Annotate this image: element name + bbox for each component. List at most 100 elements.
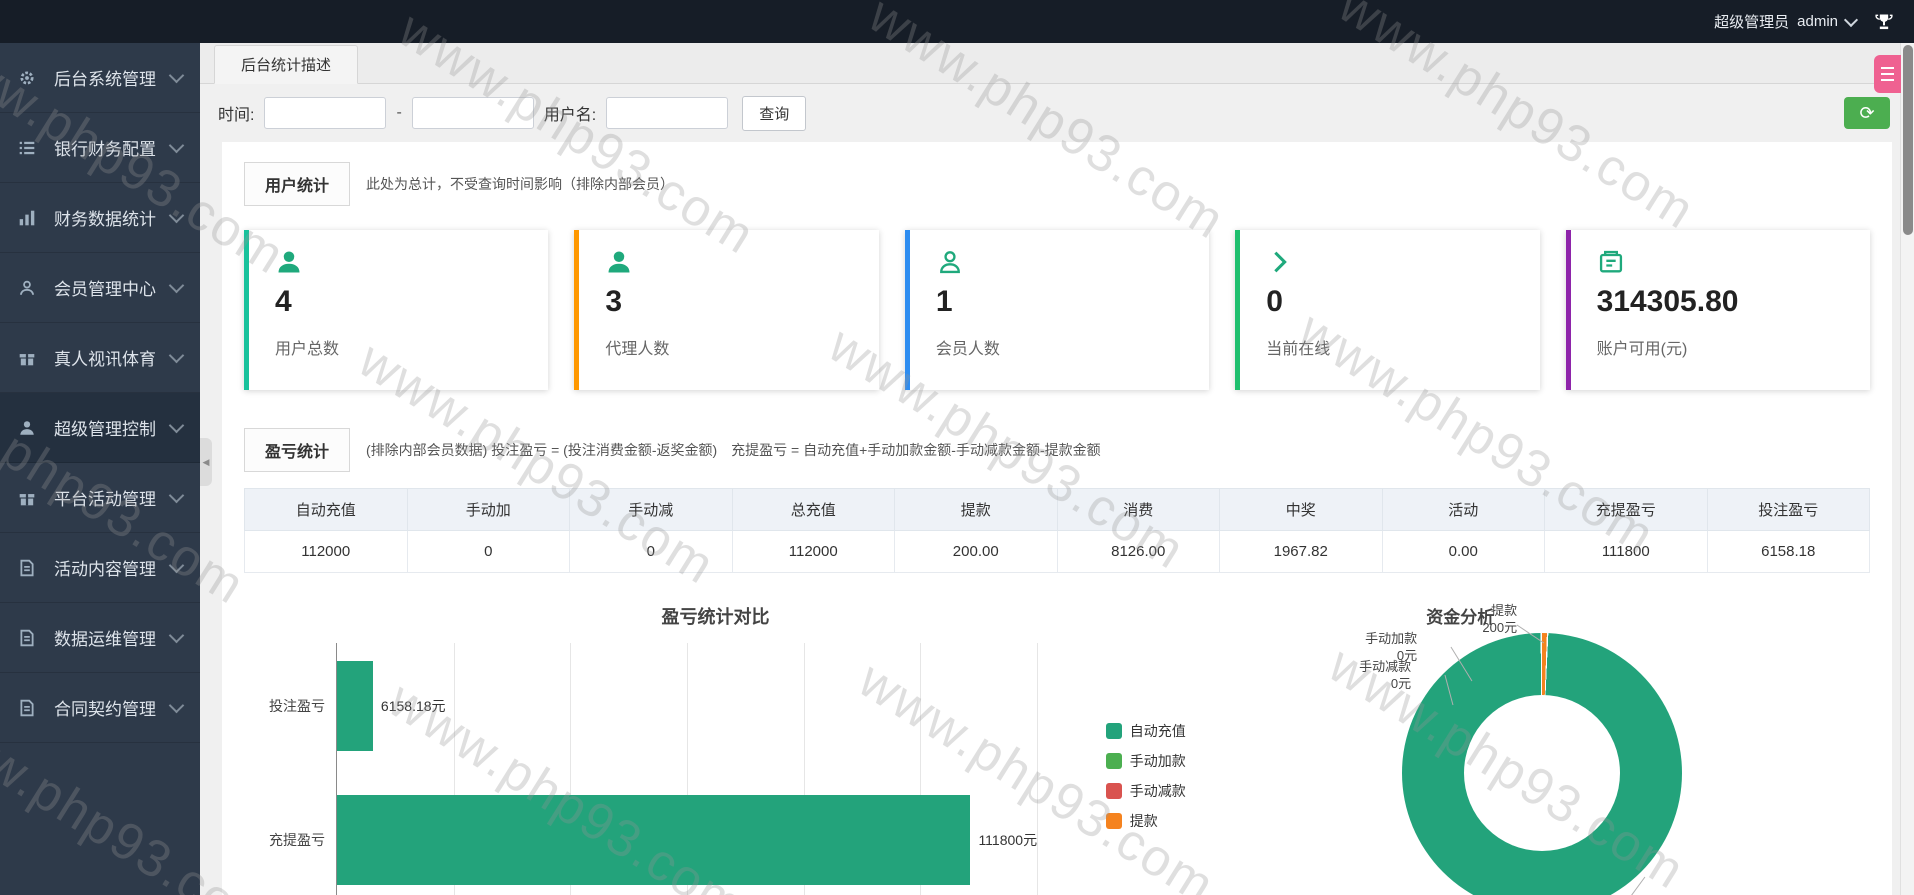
gift-icon <box>18 349 40 367</box>
sidebar-item-platform-activity[interactable]: 平台活动管理 <box>0 463 200 533</box>
bar-chart-icon <box>18 209 40 227</box>
profit-stats-section: 盈亏统计 (排除内部会员数据) 投注盈亏 = (投注消费金额-返奖金额) 充提盈… <box>244 428 1870 573</box>
username-label: 用户名: <box>544 101 596 125</box>
stat-value: 314305.80 <box>1597 285 1844 319</box>
y-axis-label: 充提盈亏 <box>269 830 325 850</box>
table-header-row: 自动充值 手动加 手动减 总充值 提款 消费 中奖 活动 充提盈亏 投注盈亏 <box>245 489 1870 531</box>
stat-card-members: 1 会员人数 <box>905 230 1209 390</box>
user-menu[interactable]: 超级管理员 admin <box>1714 11 1856 32</box>
document-icon <box>18 699 40 717</box>
table-cell: 0 <box>407 531 570 573</box>
stat-card-total-users: 4 用户总数 <box>244 230 548 390</box>
legend-label: 手动减款 <box>1130 781 1186 801</box>
user-solid-icon <box>275 248 303 276</box>
range-separator: - <box>396 104 401 122</box>
sidebar-item-bank-finance[interactable]: 银行财务配置 <box>0 113 200 183</box>
refresh-button[interactable]: ⟳ <box>1844 97 1890 129</box>
sidebar-item-contract[interactable]: 合同契约管理 <box>0 673 200 743</box>
vertical-scrollbar[interactable] <box>1900 43 1914 895</box>
bar-bet-profit[interactable] <box>337 661 373 751</box>
gift-icon <box>18 489 40 507</box>
charts-row: 盈亏统计对比 投注盈亏 6158.18元 充提盈亏 111800元 0元20, <box>244 603 1870 895</box>
legend-label: 提款 <box>1130 811 1158 831</box>
user-stats-note: 此处为总计，不受查询时间影响（排除内部会员） <box>366 174 674 194</box>
profit-bar-chart[interactable]: 盈亏统计对比 投注盈亏 6158.18元 充提盈亏 111800元 0元20, <box>244 603 1187 895</box>
stat-label: 账户可用(元) <box>1597 335 1844 359</box>
sidebar-item-label: 数据运维管理 <box>54 625 171 650</box>
sidebar-item-live-sports[interactable]: 真人视讯体育 <box>0 323 200 393</box>
chevron-down-icon <box>169 137 185 153</box>
chevron-right-icon <box>1266 248 1294 276</box>
tab-label: 后台统计描述 <box>241 57 331 74</box>
donut-chart[interactable] <box>1402 633 1682 895</box>
chevron-down-icon <box>169 277 185 293</box>
chevron-down-icon <box>169 627 185 643</box>
sidebar-item-label: 真人视讯体育 <box>54 345 171 370</box>
user-solid-icon <box>18 419 40 437</box>
chevron-down-icon <box>169 67 185 83</box>
sidebar-item-data-ops[interactable]: 数据运维管理 <box>0 603 200 673</box>
table-cell: 8126.00 <box>1057 531 1220 573</box>
legend-item-manual-add[interactable]: 手动加款 <box>1106 751 1186 771</box>
query-button[interactable]: 查询 <box>742 96 806 131</box>
annotation-label: 提款 <box>1437 603 1517 620</box>
username-input[interactable] <box>606 97 728 129</box>
table-cell: 200.00 <box>895 531 1058 573</box>
stat-label: 代理人数 <box>605 335 852 359</box>
tab-dashboard-stats[interactable]: 后台统计描述 <box>214 45 358 84</box>
table-cell: 0.00 <box>1382 531 1545 573</box>
trophy-icon[interactable] <box>1874 12 1894 32</box>
chevron-down-icon <box>169 207 185 223</box>
user-solid-icon <box>605 248 633 276</box>
time-start-input[interactable] <box>264 97 386 129</box>
sidebar: 后台系统管理 银行财务配置 财务数据统计 会员管理中心 真人视讯体育 超级管理控… <box>0 43 200 895</box>
sidebar-item-label: 活动内容管理 <box>54 555 171 580</box>
sidebar-item-label: 平台活动管理 <box>54 485 171 510</box>
legend-swatch <box>1106 753 1122 769</box>
bar-row: 投注盈亏 6158.18元 <box>337 661 1037 751</box>
table-header-cell: 手动加 <box>407 489 570 531</box>
sidebar-item-member-center[interactable]: 会员管理中心 <box>0 253 200 323</box>
sidebar-item-label: 银行财务配置 <box>54 135 171 160</box>
stat-card-agents: 3 代理人数 <box>574 230 878 390</box>
sidebar-item-backend-system[interactable]: 后台系统管理 <box>0 43 200 113</box>
username: admin <box>1797 13 1838 30</box>
stat-value: 4 <box>275 285 522 319</box>
bar-plot-area: 投注盈亏 6158.18元 充提盈亏 111800元 0元20,000元40,0… <box>336 643 1037 895</box>
sidebar-item-finance-stats[interactable]: 财务数据统计 <box>0 183 200 253</box>
sidebar-item-activity-content[interactable]: 活动内容管理 <box>0 533 200 603</box>
profit-stats-header: 盈亏统计 (排除内部会员数据) 投注盈亏 = (投注消费金额-返奖金额) 充提盈… <box>244 428 1870 472</box>
tab-bar: 后台统计描述 <box>200 43 1914 84</box>
chart-legend: 自动充值 手动加款 手动减款 提款 <box>1106 721 1186 831</box>
legend-item-manual-sub[interactable]: 手动减款 <box>1106 781 1186 801</box>
page-root: 超级管理员 admin 后台系统管理 银行财务配置 财务数据统计 会员管理中心 <box>0 0 1914 895</box>
annotation-value: 0元 <box>1301 676 1411 693</box>
bar-row: 充提盈亏 111800元 <box>337 795 1037 885</box>
bar-recharge-profit[interactable] <box>337 795 970 885</box>
table-cell: 112000 <box>245 531 408 573</box>
stat-value: 0 <box>1266 285 1513 319</box>
legend-item-withdraw[interactable]: 提款 <box>1106 811 1186 831</box>
stat-card-online: 0 当前在线 <box>1235 230 1539 390</box>
wallet-icon <box>1597 248 1625 276</box>
sidebar-item-super-admin[interactable]: 超级管理控制 <box>0 393 200 463</box>
scrollbar-thumb[interactable] <box>1903 45 1913 235</box>
table-header-cell: 自动充值 <box>245 489 408 531</box>
filter-bar: 时间: - 用户名: 查询 ⟳ <box>200 84 1914 142</box>
document-icon <box>18 559 40 577</box>
user-icon <box>18 279 40 297</box>
sidebar-collapse-handle[interactable]: ◀ <box>200 438 212 486</box>
legend-swatch <box>1106 783 1122 799</box>
table-cell: 111800 <box>1545 531 1708 573</box>
user-stats-header: 用户统计 此处为总计，不受查询时间影响（排除内部会员） <box>244 162 1870 206</box>
table-header-cell: 充提盈亏 <box>1545 489 1708 531</box>
legend-item-auto-recharge[interactable]: 自动充值 <box>1106 721 1186 741</box>
sidebar-item-label: 超级管理控制 <box>54 415 171 440</box>
chevron-down-icon <box>1844 12 1858 26</box>
floating-widget-button[interactable] <box>1874 55 1901 93</box>
time-end-input[interactable] <box>412 97 534 129</box>
table-header-cell: 总充值 <box>732 489 895 531</box>
table-row: 112000 0 0 112000 200.00 8126.00 1967.82… <box>245 531 1870 573</box>
gridline <box>1037 643 1038 895</box>
stat-label: 会员人数 <box>936 335 1183 359</box>
